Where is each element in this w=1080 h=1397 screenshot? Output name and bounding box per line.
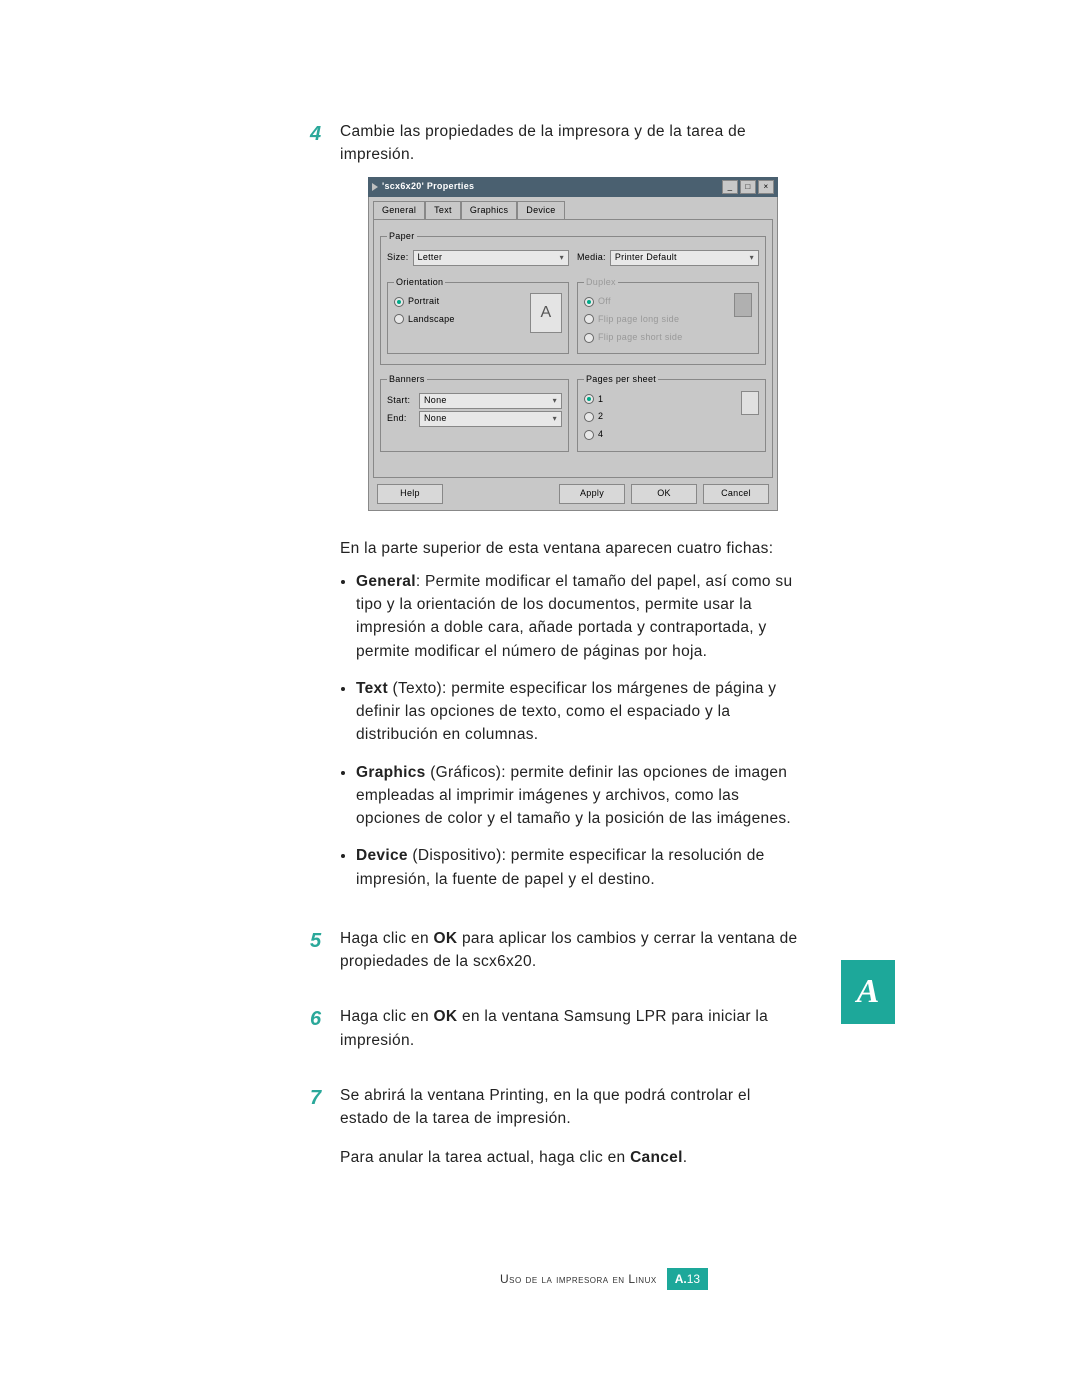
banner-start-label: Start:: [387, 394, 415, 408]
orientation-group: Orientation Portrait Landscape A: [387, 276, 569, 355]
duplex-off: Off: [584, 295, 611, 309]
step-body: Haga clic en OK en la ventana Samsung LP…: [340, 1005, 800, 1062]
step-body: Haga clic en OK para aplicar los cambios…: [340, 927, 800, 984]
step-5: 5 Haga clic en OK para aplicar los cambi…: [310, 927, 800, 984]
orientation-portrait[interactable]: Portrait: [394, 295, 439, 309]
help-button[interactable]: Help: [377, 484, 443, 504]
orientation-preview: A: [530, 293, 562, 333]
media-value: Printer Default: [615, 251, 677, 265]
step-number: 5: [310, 927, 340, 984]
pps-1[interactable]: 1: [584, 393, 603, 407]
step4-after: En la parte superior de esta ventana apa…: [340, 537, 800, 560]
tab-panel-general: Paper Size: Letter ▾: [373, 219, 773, 478]
footer-chapter: Uso de la impresora en Linux: [500, 1272, 657, 1286]
duplex-short: Flip page short side: [584, 331, 683, 345]
step-6: 6 Haga clic en OK en la ventana Samsung …: [310, 1005, 800, 1062]
bullet-graphics: Graphics (Gráficos): permite definir las…: [356, 761, 800, 831]
page-footer: Uso de la impresora en Linux A.13: [500, 1268, 708, 1290]
duplex-group: Duplex Off Flip page long side Flip page…: [577, 276, 759, 355]
pps-preview: [741, 391, 759, 415]
tab-device[interactable]: Device: [517, 201, 564, 220]
media-label: Media:: [577, 251, 606, 265]
chevron-down-icon: ▾: [553, 395, 557, 407]
cancel-button[interactable]: Cancel: [703, 484, 769, 504]
dialog-tabs: General Text Graphics Device: [373, 201, 773, 220]
dialog-titlebar: 'scx6x20' Properties _ □ ×: [368, 177, 778, 197]
tab-graphics[interactable]: Graphics: [461, 201, 517, 220]
chevron-down-icon: ▾: [560, 252, 564, 264]
chevron-down-icon: ▾: [553, 413, 557, 425]
close-button[interactable]: ×: [758, 180, 774, 194]
banner-start-select[interactable]: None▾: [419, 393, 562, 409]
step-7: 7 Se abrirá la ventana Printing, en la q…: [310, 1084, 800, 1180]
maximize-button[interactable]: □: [740, 180, 756, 194]
dialog-body: General Text Graphics Device Paper Size:: [368, 197, 778, 511]
appendix-tab: A: [841, 960, 895, 1024]
banner-end-label: End:: [387, 412, 415, 426]
banners-legend: Banners: [387, 373, 427, 387]
page-number-badge: A.13: [667, 1268, 708, 1290]
minimize-button[interactable]: _: [722, 180, 738, 194]
duplex-legend: Duplex: [584, 276, 618, 290]
step4-intro: Cambie las propiedades de la impresora y…: [340, 120, 800, 167]
ok-button[interactable]: OK: [631, 484, 697, 504]
duplex-preview: [734, 293, 752, 317]
size-value: Letter: [418, 251, 443, 265]
dialog-button-row: Help Apply OK Cancel: [373, 478, 773, 506]
duplex-long: Flip page long side: [584, 313, 679, 327]
page-content: 4 Cambie las propiedades de la impresora…: [310, 120, 800, 1202]
paper-group: Paper Size: Letter ▾: [380, 230, 766, 365]
properties-dialog: 'scx6x20' Properties _ □ × General Text …: [368, 177, 778, 511]
pps-2[interactable]: 2: [584, 410, 603, 424]
step-4: 4 Cambie las propiedades de la impresora…: [310, 120, 800, 905]
paper-legend: Paper: [387, 230, 417, 244]
bullet-text: Text (Texto): permite especificar los má…: [356, 677, 800, 747]
step4-bullets: General: Permite modificar el tamaño del…: [340, 570, 800, 891]
bullet-device: Device (Dispositivo): permite especifica…: [356, 844, 800, 891]
chevron-down-icon: ▾: [750, 252, 754, 264]
bullet-general: General: Permite modificar el tamaño del…: [356, 570, 800, 663]
pps-legend: Pages per sheet: [584, 373, 658, 387]
step-body: Se abrirá la ventana Printing, en la que…: [340, 1084, 800, 1180]
window-menu-icon: [372, 183, 378, 191]
banner-end-select[interactable]: None▾: [419, 411, 562, 427]
step-number: 7: [310, 1084, 340, 1180]
step-number: 6: [310, 1005, 340, 1062]
media-select[interactable]: Printer Default ▾: [610, 250, 759, 266]
orientation-landscape[interactable]: Landscape: [394, 313, 455, 327]
size-select[interactable]: Letter ▾: [413, 250, 569, 266]
step-number: 4: [310, 120, 340, 905]
orientation-legend: Orientation: [394, 276, 445, 290]
banners-group: Banners Start: None▾ End: None▾: [380, 373, 569, 452]
step-body: Cambie las propiedades de la impresora y…: [340, 120, 800, 905]
size-label: Size:: [387, 251, 409, 265]
dialog-title: 'scx6x20' Properties: [382, 180, 720, 194]
tab-general[interactable]: General: [373, 201, 425, 220]
pages-per-sheet-group: Pages per sheet 1 2 4: [577, 373, 766, 452]
apply-button[interactable]: Apply: [559, 484, 625, 504]
pps-4[interactable]: 4: [584, 428, 603, 442]
tab-text[interactable]: Text: [425, 201, 461, 220]
